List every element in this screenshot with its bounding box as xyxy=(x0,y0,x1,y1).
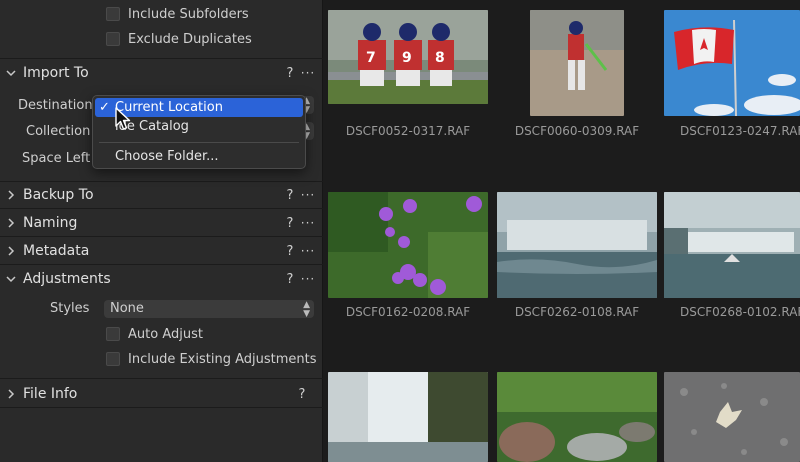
section-title: Metadata xyxy=(23,243,90,259)
help-icon[interactable]: ? xyxy=(283,66,297,81)
chevron-right-icon[interactable] xyxy=(4,216,18,230)
photo-filename: DSCF0060-0309.RAF xyxy=(514,124,640,138)
include-existing-adjustments-option[interactable]: Include Existing Adjustments xyxy=(0,346,323,372)
photo-filename: DSCF0123-0247.RAF xyxy=(680,124,800,138)
section-import-to-header[interactable]: Import To ? ··· xyxy=(0,60,323,86)
exclude-duplicates-option[interactable]: Exclude Duplicates xyxy=(0,26,323,52)
collection-label: Collection xyxy=(26,124,91,139)
section-title: Naming xyxy=(23,215,78,231)
forest-stream-image xyxy=(497,372,657,462)
svg-text:8: 8 xyxy=(435,50,445,66)
canadian-flag-image xyxy=(664,10,800,116)
styles-label: Styles xyxy=(50,301,90,316)
more-options-icon[interactable]: ··· xyxy=(297,216,319,230)
photo-thumbnail[interactable] xyxy=(530,10,624,116)
section-backup-to-header[interactable]: Backup To ? ··· xyxy=(0,182,323,208)
styles-select[interactable]: None ▲ ▼ xyxy=(104,300,314,319)
checkmark-icon: ✓ xyxy=(99,100,110,115)
photo-filename: DSCF0262-0108.RAF xyxy=(514,305,640,319)
section-file-info-header[interactable]: File Info ? xyxy=(0,381,323,407)
niagara-falls-image xyxy=(664,192,800,298)
photo-filename: DSCF0052-0317.RAF xyxy=(345,124,471,138)
section-metadata-header[interactable]: Metadata ? ··· xyxy=(0,238,323,264)
divider xyxy=(0,58,323,59)
more-options-icon[interactable]: ··· xyxy=(297,66,319,80)
divider xyxy=(0,208,323,209)
space-left-label: Space Left xyxy=(22,151,91,166)
more-options-icon[interactable]: ··· xyxy=(297,244,319,258)
waterfall-mist-image xyxy=(497,192,657,298)
styles-select-value: None xyxy=(110,301,144,316)
divider xyxy=(0,378,323,379)
help-icon[interactable]: ? xyxy=(283,188,297,203)
auto-adjust-checkbox[interactable] xyxy=(106,327,120,341)
import-sidebar: Include Subfolders Exclude Duplicates Im… xyxy=(0,0,323,462)
help-icon[interactable]: ? xyxy=(283,216,297,231)
include-subfolders-checkbox[interactable] xyxy=(106,7,120,21)
section-adjustments-header[interactable]: Adjustments ? ··· xyxy=(0,266,323,292)
svg-text:9: 9 xyxy=(402,50,412,66)
section-title: Adjustments xyxy=(23,271,111,287)
auto-adjust-label: Auto Adjust xyxy=(128,326,203,342)
section-title: Import To xyxy=(23,65,89,81)
svg-text:7: 7 xyxy=(366,50,376,66)
divider xyxy=(0,236,323,237)
menu-item-choose-folder[interactable]: Choose Folder... xyxy=(95,147,303,166)
chevron-right-icon[interactable] xyxy=(4,244,18,258)
gravel-leaf-image xyxy=(664,372,800,462)
photo-thumbnail[interactable] xyxy=(328,192,488,298)
include-existing-adjustments-label: Include Existing Adjustments xyxy=(128,351,317,367)
photo-filename: DSCF0268-0102.RAF xyxy=(680,305,800,319)
more-options-icon[interactable]: ··· xyxy=(297,272,319,286)
mouse-pointer-icon xyxy=(115,107,131,130)
baseball-batter-image xyxy=(530,10,624,116)
photo-thumbnail[interactable] xyxy=(497,372,657,462)
photo-thumbnail[interactable] xyxy=(328,372,488,462)
photo-thumbnail[interactable] xyxy=(497,192,657,298)
menu-divider xyxy=(99,142,299,143)
include-existing-adjustments-checkbox[interactable] xyxy=(106,352,120,366)
chevron-right-icon[interactable] xyxy=(4,188,18,202)
include-subfolders-label: Include Subfolders xyxy=(128,6,249,22)
select-arrows-icon: ▲ ▼ xyxy=(303,300,310,319)
section-naming-header[interactable]: Naming ? ··· xyxy=(0,210,323,236)
help-icon[interactable]: ? xyxy=(295,387,309,402)
help-icon[interactable]: ? xyxy=(283,244,297,259)
more-options-icon[interactable]: ··· xyxy=(297,188,319,202)
exclude-duplicates-checkbox[interactable] xyxy=(106,32,120,46)
chevron-down-icon[interactable] xyxy=(4,66,18,80)
waterfall-cliff-image xyxy=(328,372,488,462)
section-title: Backup To xyxy=(23,187,94,203)
photo-grid: 798 DSCF0052-0317.RAF DSCF0060-0309.RAF … xyxy=(324,0,800,462)
include-subfolders-option[interactable]: Include Subfolders xyxy=(0,1,323,27)
auto-adjust-option[interactable]: Auto Adjust xyxy=(0,321,323,347)
baseball-kids-image: 7 9 8 xyxy=(328,10,488,104)
exclude-duplicates-label: Exclude Duplicates xyxy=(128,31,252,47)
photo-thumbnail[interactable] xyxy=(664,10,800,116)
chevron-down-icon[interactable] xyxy=(4,272,18,286)
help-icon[interactable]: ? xyxy=(283,272,297,287)
purple-flowers-image xyxy=(328,192,488,298)
destination-label: Destination xyxy=(18,98,93,113)
photo-thumbnail[interactable] xyxy=(664,372,800,462)
photo-thumbnail[interactable]: 7 9 8 xyxy=(328,10,488,104)
menu-item-label: Choose Folder... xyxy=(115,149,219,164)
photo-thumbnail[interactable] xyxy=(664,192,800,298)
chevron-right-icon[interactable] xyxy=(4,387,18,401)
divider xyxy=(0,407,323,408)
section-title: File Info xyxy=(23,386,78,402)
divider xyxy=(0,264,323,265)
photo-filename: DSCF0162-0208.RAF xyxy=(345,305,471,319)
